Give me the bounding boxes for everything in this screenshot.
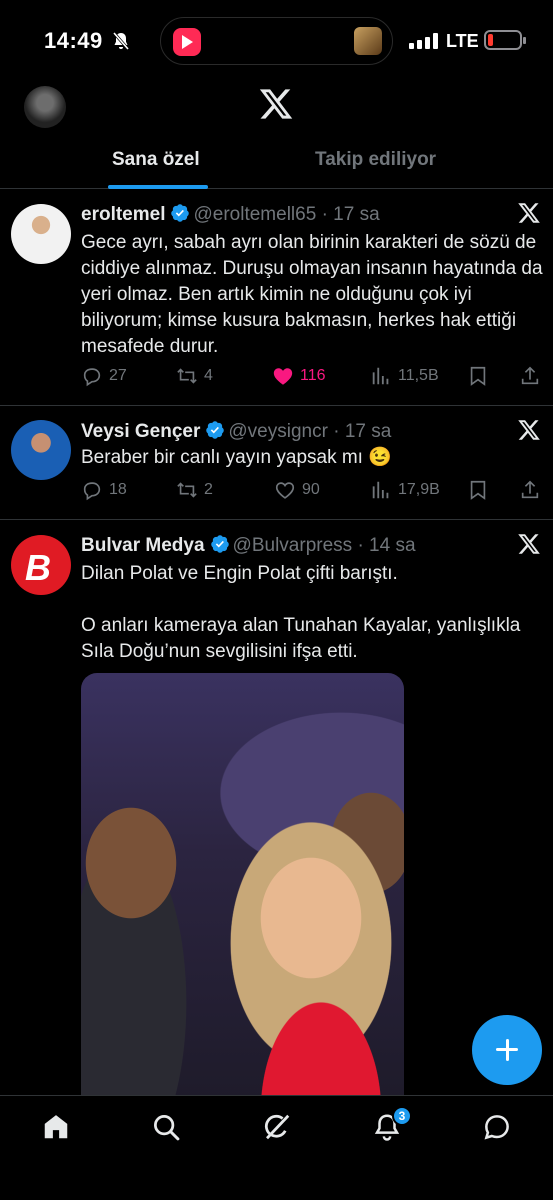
post-meta: Bulvar Medya @Bulvarpress · 14 sa [81,535,416,556]
compose-button[interactable] [472,1015,542,1085]
share-button[interactable] [519,479,547,501]
repost-icon [177,482,197,498]
post-time: 14 sa [369,535,416,556]
heart-icon [275,482,295,499]
status-time: 14:49 [44,28,103,53]
tab-for-you[interactable]: Sana özel [112,149,200,171]
bell-slash-icon [112,32,130,50]
author-name[interactable]: eroltemel [81,204,165,225]
reply-button[interactable]: 18 [81,479,127,501]
like-count: 116 [300,367,326,384]
verified-badge-icon [206,421,225,439]
post-meta: Veysi Gençer @veysigncr · 17 sa [81,421,392,442]
post-actions: 27 4 116 11,5B [81,365,551,391]
bookmark-button[interactable] [467,365,495,387]
heart-filled-icon [273,368,293,385]
nav-grok[interactable] [262,1112,292,1142]
avatar[interactable]: B [11,535,71,595]
post-text: Gece ayrı, sabah ayrı olan birinin karak… [81,232,543,357]
timeline-tabs: Sana özel Takip ediliyor [0,140,553,189]
author-handle: @veysigncr [228,421,328,442]
views-button[interactable]: 11,5B [370,365,439,387]
notifications-badge: 3 [392,1106,412,1126]
profile-avatar[interactable] [24,86,66,128]
reply-icon [83,368,101,387]
like-button[interactable]: 90 [274,479,320,501]
post[interactable]: Veysi Gençer @veysigncr · 17 sa Beraber b… [0,406,553,520]
post-actions: 18 2 90 17,9B [81,479,551,505]
nav-home[interactable] [41,1112,71,1142]
music-app-icon [173,28,201,56]
grok-icon [264,1114,290,1140]
post-time: 17 sa [344,421,392,442]
tab-following[interactable]: Takip ediliyor [315,149,436,171]
bookmark-button[interactable] [467,479,495,501]
network-type: LTE [446,31,479,51]
views-button[interactable]: 17,9B [370,479,440,501]
author-handle: @Bulvarpress [232,535,353,556]
bookmark-icon [470,366,486,386]
dismiss-x-icon[interactable] [517,532,541,556]
chat-icon [484,1115,509,1140]
share-button[interactable] [519,365,547,387]
reply-button[interactable]: 27 [81,365,127,387]
x-logo-icon[interactable] [258,86,294,122]
share-icon [521,480,539,499]
author-name[interactable]: Bulvar Medya [81,535,205,556]
repost-button[interactable]: 4 [176,365,213,387]
avatar[interactable] [11,204,71,264]
share-icon [521,366,539,385]
post-text: Dilan Polat ve Engin Polat çifti barıştı… [81,563,521,662]
author-handle: @eroltemell65 [193,204,317,225]
search-icon [154,1115,180,1141]
author-name[interactable]: Veysi Gençer [81,421,200,442]
analytics-icon [372,481,389,499]
status-bar: 14:49 LTE [0,0,553,80]
reply-icon [83,482,101,501]
post-meta: eroltemel @eroltemell65 · 17 sa [81,204,380,225]
repost-icon [177,368,197,384]
bottom-nav: 3 [0,1095,553,1200]
post-text: Beraber bir canlı yayın yapsak mı 😉 [81,447,392,468]
analytics-icon [372,367,389,385]
avatar[interactable] [11,420,71,480]
verified-badge-icon [171,204,190,222]
album-art [354,27,382,55]
dismiss-x-icon[interactable] [517,418,541,442]
signal-icon [409,33,439,49]
battery-icon [484,30,526,50]
bookmark-icon [470,480,486,500]
dismiss-x-icon[interactable] [517,201,541,225]
post[interactable]: eroltemel @eroltemell65 · 17 sa Gece ayrı… [0,189,553,406]
post[interactable]: B Bulvar Medya @Bulvarpress · 14 sa Dilan… [0,520,553,1123]
like-button[interactable]: 116 [272,365,326,387]
post-time: 17 sa [333,204,380,225]
dynamic-island[interactable] [160,17,393,65]
post-video[interactable] [81,673,404,1123]
verified-badge-icon [210,535,229,553]
nav-messages[interactable] [482,1112,512,1142]
home-icon [44,1115,68,1139]
nav-search[interactable] [151,1112,181,1142]
repost-button[interactable]: 2 [176,479,213,501]
